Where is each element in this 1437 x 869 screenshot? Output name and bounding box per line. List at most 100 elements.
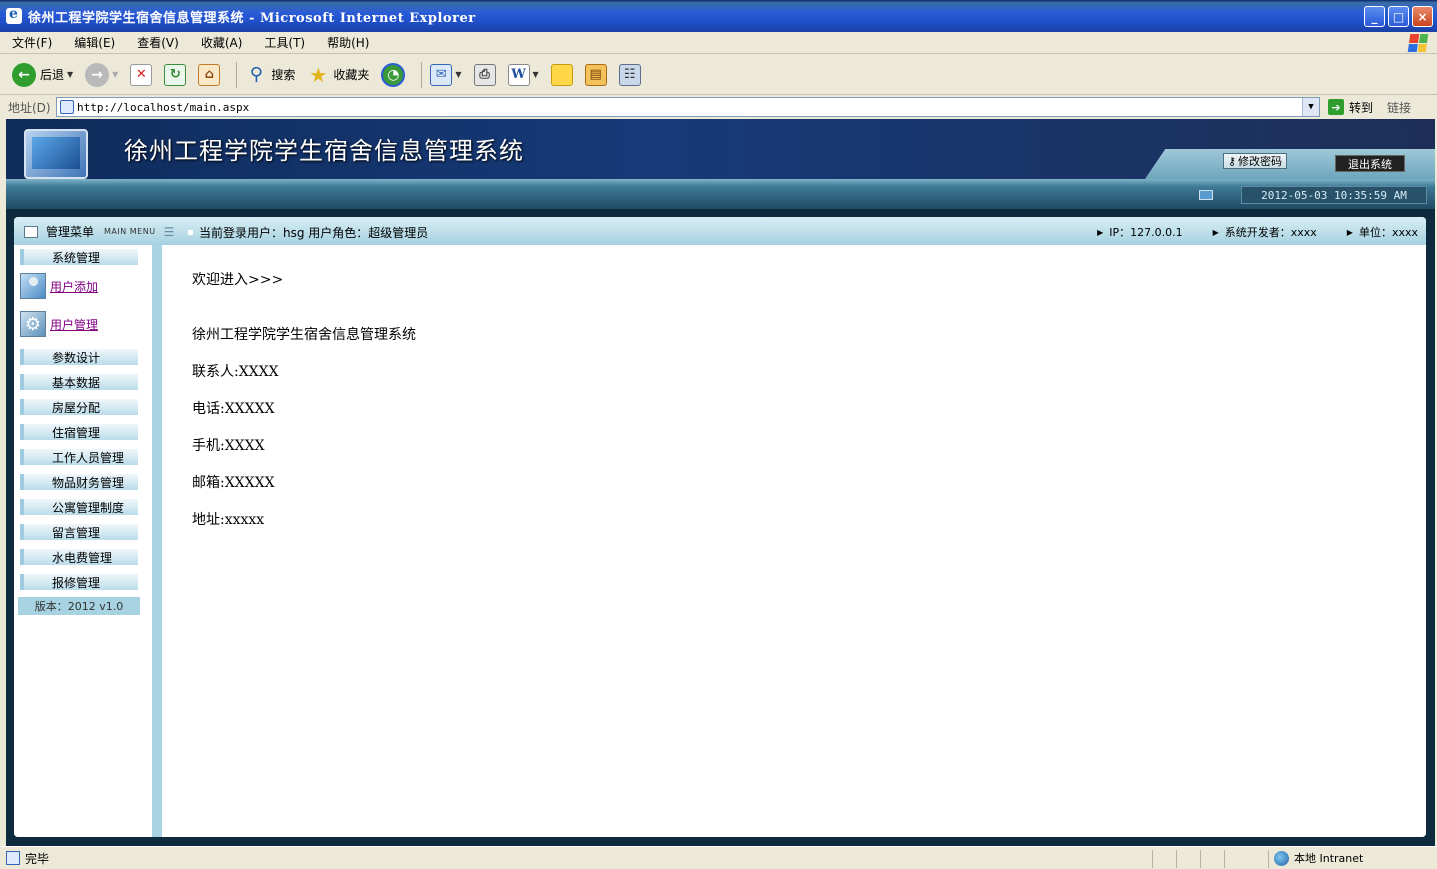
sidebar-subitem-user-manage[interactable]: ⚙ 用户管理 [20, 311, 98, 337]
messenger-icon: ☷ [618, 63, 641, 86]
favorites-button[interactable]: ★ 收藏夹 [305, 60, 371, 90]
sidebar-item-utilities[interactable]: 水电费管理 [20, 549, 138, 565]
bullet-icon [188, 230, 193, 235]
status-divider [1268, 850, 1269, 868]
word-icon: W [507, 63, 530, 86]
back-button[interactable]: ← 后退 ▼ [10, 60, 75, 90]
page-viewport: 徐州工程学院学生宿舍信息管理系统 ⚷ 修改密码 退出系统 2012-05-03 … [6, 119, 1435, 846]
address-input[interactable]: http://localhost/main.aspx ▼ [56, 97, 1320, 117]
contact-text: 联系人:XXXX [192, 364, 279, 380]
maximize-button[interactable]: □ [1388, 6, 1409, 27]
screen-icon [1199, 190, 1213, 200]
refresh-button[interactable]: ↻ [162, 60, 188, 90]
stop-button[interactable]: ✕ [128, 60, 154, 90]
discuss-button[interactable] [549, 60, 575, 90]
menu-edit[interactable]: 编辑(E) [70, 32, 119, 53]
sidebar-subitem-user-add[interactable]: 用户添加 [20, 273, 98, 299]
search-label: 搜索 [271, 68, 296, 82]
sidebar-menu: 系统管理 用户添加 ⚙ 用户管理 参数设计 基本数据 房屋分配 住宿管理 工作人… [14, 245, 162, 837]
sidebar-item-basic-data[interactable]: 基本数据 [20, 374, 138, 390]
menu-view[interactable]: 查看(V) [133, 32, 183, 53]
security-zone: 本地 Intranet [1274, 850, 1363, 866]
change-password-button[interactable]: ⚷ 修改密码 [1222, 153, 1287, 169]
browser-toolbar: ← 后退 ▼ → ▼ ✕ ↻ ⌂ ⚲ 搜索 ★ 收藏夹 ◔ ✉ ▼ ⎙ W ▼ … [0, 55, 1437, 95]
go-label: 转到 [1349, 100, 1374, 115]
window-controls: _ □ × [1364, 6, 1433, 27]
favorites-label: 收藏夹 [333, 68, 370, 82]
sidebar-item-finance[interactable]: 物品财务管理 [20, 474, 138, 490]
sidebar-item-room-allocation[interactable]: 房屋分配 [20, 399, 138, 415]
sidebar-item-messages[interactable]: 留言管理 [20, 524, 138, 540]
unit-info: ▶ 单位：xxxx [1347, 224, 1418, 240]
sidebar-item-rules[interactable]: 公寓管理制度 [20, 499, 138, 515]
star-icon: ★ [309, 62, 328, 87]
print-button[interactable]: ⎙ [472, 60, 498, 90]
monitor-logo-icon [24, 129, 88, 179]
user-manage-link[interactable]: 用户管理 [50, 316, 98, 333]
address-label: 地址(D) [8, 100, 51, 115]
history-button[interactable]: ◔ [379, 60, 407, 90]
window-title: 徐州工程学院学生宿舍信息管理系统 - Microsoft Internet Ex… [28, 10, 476, 26]
menu-subtitle: MAIN MENU [104, 227, 156, 236]
version-label: 版本：2012 v1.0 [18, 597, 140, 615]
triangle-right-icon: ▶ [1212, 227, 1219, 237]
logout-button[interactable]: 退出系统 [1335, 155, 1405, 172]
menu-file[interactable]: 文件(F) [8, 32, 56, 53]
history-icon: ◔ [381, 62, 406, 87]
sidebar-item-lodging[interactable]: 住宿管理 [20, 424, 138, 440]
edit-button[interactable]: W ▼ [506, 60, 541, 90]
address-bar: 地址(D) http://localhost/main.aspx ▼ ➔ 转到 … [0, 96, 1437, 118]
messenger-button[interactable]: ☷ [617, 60, 643, 90]
gear-icon: ⚙ [20, 311, 46, 337]
mail-dropdown-icon[interactable]: ▼ [455, 70, 461, 79]
ip-info: ▶ IP：127.0.0.1 [1097, 224, 1183, 240]
sidebar-item-system-management[interactable]: 系统管理 [20, 249, 138, 265]
change-password-label: 修改密码 [1238, 155, 1282, 168]
close-button[interactable]: × [1412, 6, 1433, 27]
triangle-right-icon: ▶ [1097, 227, 1104, 237]
menu-bars-icon: ☰ [163, 224, 175, 239]
status-divider [1152, 850, 1153, 868]
mobile-text: 手机:XXXX [192, 438, 265, 454]
forward-button[interactable]: → ▼ [83, 60, 120, 90]
window-titlebar[interactable]: 徐州工程学院学生宿舍信息管理系统 - Microsoft Internet Ex… [0, 0, 1437, 32]
address-text: 地址:xxxxx [192, 512, 265, 528]
status-text: 完毕 [25, 851, 50, 866]
mail-button[interactable]: ✉ ▼ [428, 60, 463, 90]
windows-logo-icon [1407, 34, 1429, 52]
links-button[interactable]: 链接 [1387, 99, 1411, 116]
book-icon: ▤ [584, 63, 607, 86]
content-frame: 管理菜单 MAIN MENU ☰ 当前登录用户：hsg 用户角色：超级管理员 ▶… [14, 217, 1426, 837]
sidebar-item-params[interactable]: 参数设计 [20, 349, 138, 365]
main-menu-header: 管理菜单 MAIN MENU ☰ [24, 223, 174, 240]
globe-icon [1274, 850, 1289, 866]
address-url[interactable]: http://localhost/main.aspx [77, 101, 249, 114]
go-button[interactable]: ➔ 转到 [1328, 99, 1373, 116]
forward-dropdown-icon[interactable]: ▼ [112, 70, 118, 79]
edit-dropdown-icon[interactable]: ▼ [533, 70, 539, 79]
developer-info: ▶ 系统开发者：xxxx [1213, 224, 1317, 240]
menu-help[interactable]: 帮助(H) [323, 32, 373, 53]
menu-tools[interactable]: 工具(T) [260, 32, 309, 53]
back-arrow-icon: ← [12, 62, 36, 87]
minimize-button[interactable]: _ [1364, 6, 1385, 27]
status-divider [1200, 850, 1201, 868]
back-dropdown-icon[interactable]: ▼ [67, 70, 73, 79]
research-button[interactable]: ▤ [583, 60, 609, 90]
home-button[interactable]: ⌂ [196, 60, 222, 90]
address-dropdown-icon[interactable]: ▼ [1302, 98, 1319, 116]
email-text: 邮箱:XXXXX [192, 475, 275, 491]
ip-text: IP：127.0.0.1 [1109, 226, 1183, 239]
status-bar: 完毕 本地 Intranet [0, 846, 1437, 869]
sidebar-item-repairs[interactable]: 报修管理 [20, 574, 138, 590]
key-icon: ⚷ [1227, 154, 1236, 168]
search-button[interactable]: ⚲ 搜索 [243, 60, 297, 90]
forward-arrow-icon: → [85, 62, 110, 87]
status-divider [1176, 850, 1177, 868]
refresh-icon: ↻ [164, 63, 187, 86]
search-icon: ⚲ [249, 64, 263, 85]
user-add-link[interactable]: 用户添加 [50, 278, 98, 295]
sidebar-item-staff[interactable]: 工作人员管理 [20, 449, 138, 465]
menu-favorites[interactable]: 收藏(A) [197, 32, 247, 53]
menu-grid-icon [24, 225, 38, 238]
